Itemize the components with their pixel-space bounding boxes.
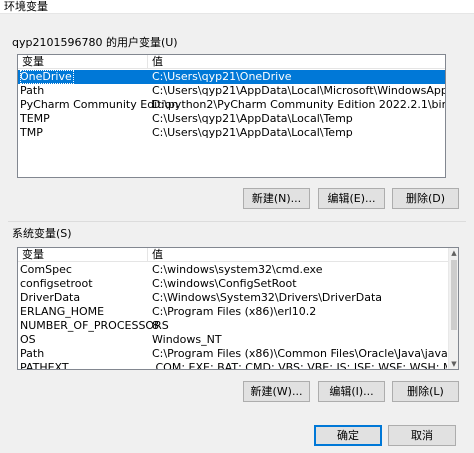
column-header-variable[interactable]: 变量 [18,55,148,69]
variable-value: C:\Program Files (x86)\erl10.2 [152,305,317,318]
variable-value: C:\Users\qyp21\AppData\Local\Microsoft\W… [152,84,445,97]
variable-name: ComSpec [20,263,72,276]
ok-button[interactable]: 确定 [314,425,382,446]
variable-name: OneDrive [20,70,74,84]
system-delete-button[interactable]: 删除(L) [392,381,459,402]
variable-name: OS [20,333,36,346]
variable-value: C:\windows\ConfigSetRoot [152,277,297,290]
system-vars-scrollbar[interactable]: ▲ ▼ [448,248,458,369]
list-item[interactable]: DriverData C:\Windows\System32\Drivers\Dr… [18,291,447,305]
variable-name: TEMP [20,112,50,125]
system-vars-list[interactable]: 变量 值 ComSpec C:\windows\system32\cmd.exe c… [17,247,459,370]
system-vars-label: 系统变量(S) [12,227,72,240]
list-item[interactable]: PyCharm Community Edition D:\python2\PyCh… [18,98,445,112]
list-item[interactable]: OS Windows_NT [18,333,447,347]
variable-name: Path [20,84,45,97]
variable-name: configsetroot [20,277,93,290]
window-title: 环境变量 [4,0,48,13]
system-vars-header: 变量 值 [18,248,458,262]
system-new-button[interactable]: 新建(W)... [243,381,310,402]
variable-name: PATHEXT [20,361,69,370]
variable-name: ERLANG_HOME [20,305,105,318]
column-header-value[interactable]: 值 [148,248,448,262]
variable-value: .COM;.EXE;.BAT;.CMD;.VBS;.VBE;.JS;.JSE;.… [152,361,447,370]
user-delete-button[interactable]: 删除(D) [392,188,459,209]
user-new-button[interactable]: 新建(N)... [243,188,310,209]
user-vars-header: 变量 值 [18,55,445,69]
list-item[interactable]: Path C:\Users\qyp21\AppData\Local\Microso… [18,84,445,98]
variable-value: C:\Windows\System32\Drivers\DriverData [152,291,383,304]
scroll-thumb[interactable] [451,260,457,330]
scroll-down-icon[interactable]: ▼ [449,359,458,369]
user-vars-label: qyp2101596780 的用户变量(U) [12,36,178,49]
variable-value: D:\python2\PyCharm Community Edition 202… [152,98,445,111]
list-item[interactable]: OneDrive C:\Users\qyp21\OneDrive [18,70,445,84]
section-divider [8,221,466,222]
variable-name: NUMBER_OF_PROCESSORS [20,319,169,332]
variable-value: 8 [152,319,159,332]
list-item[interactable]: Path C:\Program Files (x86)\Common Files\… [18,347,447,361]
list-item[interactable]: configsetroot C:\windows\ConfigSetRoot [18,277,447,291]
variable-value: C:\Users\qyp21\AppData\Local\Temp [152,112,353,125]
cancel-button[interactable]: 取消 [388,425,456,446]
variable-value: C:\Program Files (x86)\Common Files\Orac… [152,347,447,360]
list-item[interactable]: NUMBER_OF_PROCESSORS 8 [18,319,447,333]
user-edit-button[interactable]: 编辑(E)... [318,188,385,209]
title-bar[interactable]: 环境变量 [0,0,474,14]
user-vars-list[interactable]: 变量 值 OneDrive C:\Users\qyp21\OneDrive Path… [17,54,446,178]
list-item[interactable]: TMP C:\Users\qyp21\AppData\Local\Temp [18,126,445,140]
variable-value: Windows_NT [152,333,222,346]
list-item[interactable]: PATHEXT .COM;.EXE;.BAT;.CMD;.VBS;.VBE;.JS… [18,361,447,370]
variable-value: C:\Users\qyp21\OneDrive [152,70,292,83]
variable-value: C:\windows\system32\cmd.exe [152,263,323,276]
variable-name: TMP [20,126,43,139]
list-item[interactable]: TEMP C:\Users\qyp21\AppData\Local\Temp [18,112,445,126]
list-item[interactable]: ERLANG_HOME C:\Program Files (x86)\erl10.… [18,305,447,319]
list-item[interactable]: ComSpec C:\windows\system32\cmd.exe [18,263,447,277]
scroll-up-icon[interactable]: ▲ [449,248,458,258]
column-header-value[interactable]: 值 [148,55,445,69]
variable-value: C:\Users\qyp21\AppData\Local\Temp [152,126,353,139]
system-edit-button[interactable]: 编辑(I)... [318,381,385,402]
variable-name: Path [20,347,45,360]
variable-name: DriverData [20,291,81,304]
column-header-variable[interactable]: 变量 [18,248,148,262]
